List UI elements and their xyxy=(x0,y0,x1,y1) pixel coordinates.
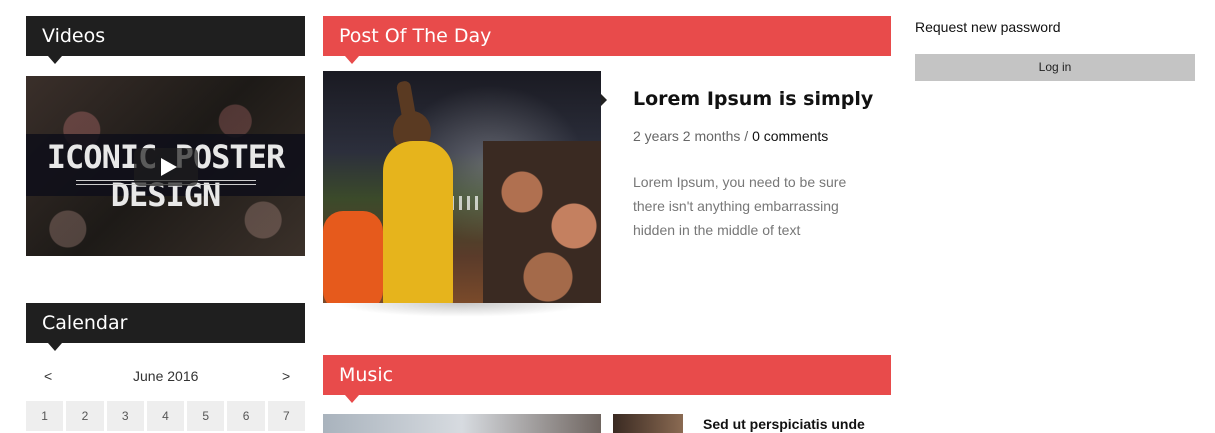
post-date: 2 years 2 months xyxy=(633,128,741,144)
post-comments-link[interactable]: 0 comments xyxy=(752,128,828,144)
title-pointer-icon xyxy=(48,56,62,64)
title-pointer-icon xyxy=(48,343,62,351)
title-pointer-icon xyxy=(345,395,359,403)
calendar-days-row: 1 2 3 4 5 6 7 xyxy=(26,401,305,431)
play-icon[interactable] xyxy=(134,148,198,186)
video-player[interactable]: ICONIC POSTER DESIGN xyxy=(26,76,305,256)
calendar-prev-button[interactable]: < xyxy=(44,368,52,384)
calendar-month-label: June 2016 xyxy=(133,368,199,384)
calendar-block-title: Calendar xyxy=(26,303,305,351)
calendar-day[interactable]: 7 xyxy=(267,401,305,431)
post-title-link[interactable]: Lorem Ipsum is simply xyxy=(633,88,873,110)
videos-title-text: Videos xyxy=(42,25,106,47)
login-button[interactable]: Log in xyxy=(915,54,1195,81)
post-image-shadow xyxy=(335,303,589,317)
title-pointer-icon xyxy=(345,56,359,64)
videos-block-title: Videos xyxy=(26,16,305,64)
post-meta-separator: / xyxy=(740,128,753,144)
calendar-title-text: Calendar xyxy=(42,312,128,334)
calendar-day[interactable]: 1 xyxy=(26,401,64,431)
calendar-day[interactable]: 5 xyxy=(187,401,225,431)
post-image[interactable] xyxy=(323,71,601,303)
calendar-day[interactable]: 2 xyxy=(66,401,104,431)
fan-figure xyxy=(323,211,383,303)
music-feature-image[interactable] xyxy=(323,414,601,433)
music-block-title: Music xyxy=(323,355,891,403)
calendar-day[interactable]: 4 xyxy=(146,401,185,431)
calendar-next-button[interactable]: > xyxy=(282,368,290,384)
music-thumb-image[interactable] xyxy=(613,414,683,433)
calendar-day[interactable]: 3 xyxy=(106,401,144,431)
post-arrow-icon xyxy=(601,94,607,106)
calendar-day[interactable]: 6 xyxy=(227,401,265,431)
music-item-title-link[interactable]: Sed ut perspiciatis unde xyxy=(703,416,865,432)
post-of-day-title-text: Post Of The Day xyxy=(339,25,492,47)
crowd-figure xyxy=(483,141,601,303)
music-title-text: Music xyxy=(339,364,394,386)
post-of-day-block-title: Post Of The Day xyxy=(323,16,891,64)
post-excerpt: Lorem Ipsum, you need to be sure there i… xyxy=(633,174,847,238)
post-meta: 2 years 2 months / 0 comments xyxy=(633,128,828,144)
request-password-link[interactable]: Request new password xyxy=(915,19,1061,35)
player-figure xyxy=(383,141,453,303)
